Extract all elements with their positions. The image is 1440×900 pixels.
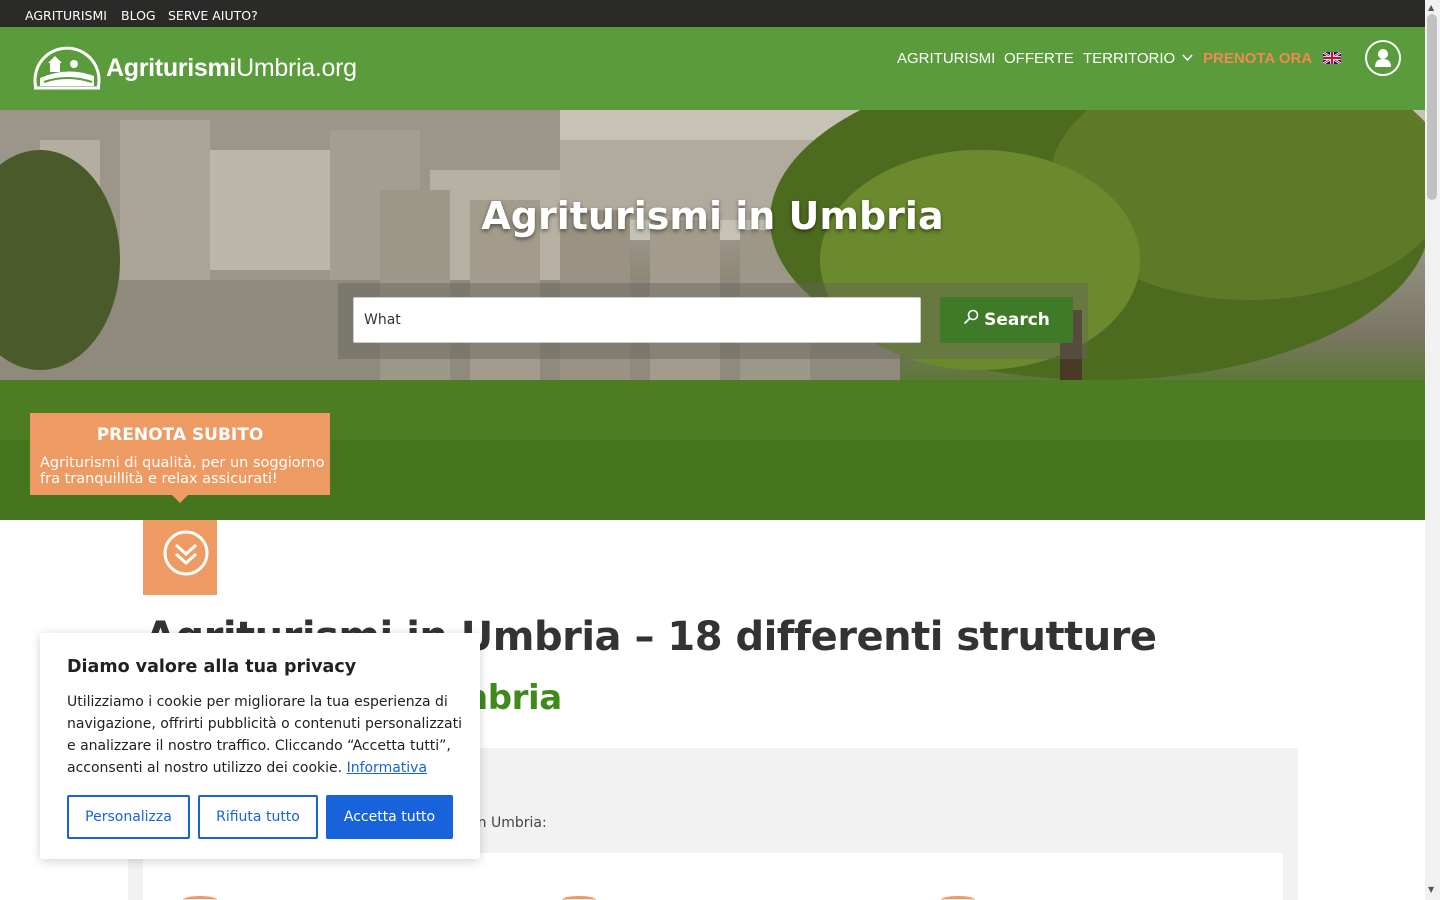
top-bar: AGRITURISMI BLOG SERVE AIUTO? xyxy=(0,0,1425,27)
feature-icon xyxy=(562,896,596,900)
feature-icon xyxy=(183,896,217,900)
nav-offerte[interactable]: OFFERTE xyxy=(1004,50,1074,67)
cookie-customize-button[interactable]: Personalizza xyxy=(67,795,190,839)
feature-icon xyxy=(941,896,975,900)
search-icon xyxy=(963,309,979,325)
search-button[interactable]: Search xyxy=(940,297,1073,343)
search-panel: Search xyxy=(338,283,1088,359)
search-input[interactable] xyxy=(353,297,921,343)
topbar-link-agriturismi[interactable]: AGRITURISMI xyxy=(25,8,107,23)
cookie-title: Diamo valore alla tua privacy xyxy=(67,657,357,677)
chevron-down-icon[interactable] xyxy=(1182,54,1193,62)
double-chevron-down-icon xyxy=(163,530,209,576)
nav-prenota-ora[interactable]: PRENOTA ORA xyxy=(1203,50,1312,67)
features-card xyxy=(143,853,1283,900)
site-header: AgriturismiUmbria.org AGRITURISMI OFFERT… xyxy=(0,27,1425,110)
farm-logo-icon xyxy=(33,46,101,90)
topbar-link-help[interactable]: SERVE AIUTO? xyxy=(168,8,258,23)
logo-text: AgriturismiUmbria.org xyxy=(106,54,357,82)
promo-title: PRENOTA SUBITO xyxy=(96,425,264,445)
cookie-text: Utilizziamo i cookie per migliorare la t… xyxy=(67,694,462,776)
scroll-down-arrow-icon[interactable]: ▼ xyxy=(1428,885,1434,894)
topbar-link-blog[interactable]: BLOG xyxy=(121,8,156,23)
nav-agriturismi[interactable]: AGRITURISMI xyxy=(897,50,995,67)
uk-flag-icon[interactable] xyxy=(1323,52,1341,64)
cookie-policy-link[interactable]: Informativa xyxy=(347,760,427,776)
promo-box[interactable]: PRENOTA SUBITO Agriturismi di qualità, p… xyxy=(30,413,330,503)
hero-title: Agriturismi in Umbria xyxy=(481,194,944,238)
scroll-up-arrow-icon[interactable]: ▲ xyxy=(1428,3,1434,12)
user-icon xyxy=(1375,49,1391,67)
user-account-button[interactable] xyxy=(1365,40,1401,76)
cookie-consent-banner: Diamo valore alla tua privacy Utilizziam… xyxy=(40,633,480,859)
cookie-reject-button[interactable]: Rifiuta tutto xyxy=(198,795,318,839)
page-scrollbar[interactable]: ▲ ▼ xyxy=(1425,0,1440,900)
hero-banner: Agriturismi in Umbria Search PRENOTA SUB… xyxy=(0,110,1425,520)
search-button-label: Search xyxy=(984,310,1050,330)
promo-pointer xyxy=(172,495,188,503)
scroll-down-button[interactable] xyxy=(143,520,217,595)
scrollbar-thumb[interactable] xyxy=(1427,14,1437,200)
cookie-accept-button[interactable]: Accetta tutto xyxy=(326,795,453,839)
promo-text: Agriturismi di qualità, per un soggiorno… xyxy=(40,455,325,487)
site-logo[interactable]: AgriturismiUmbria.org xyxy=(32,44,362,92)
nav-territorio[interactable]: TERRITORIO xyxy=(1083,50,1175,67)
